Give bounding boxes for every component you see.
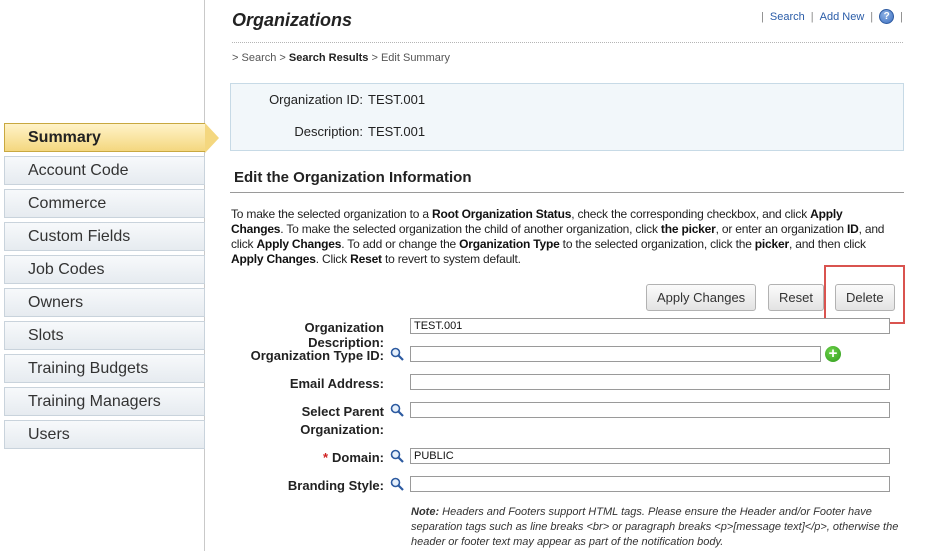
org-id-value: TEST.001 [368,92,426,107]
breadcrumb-search[interactable]: Search [242,52,277,64]
sidebar-item-job-codes[interactable]: Job Codes [4,255,205,284]
sidebar-item-commerce[interactable]: Commerce [4,189,205,218]
section-divider [230,192,904,193]
parent-org-input[interactable] [410,402,890,418]
breadcrumb-separator: > [279,52,286,64]
section-title: Edit the Organization Information [234,169,472,186]
link-separator: | [900,10,903,23]
header-divider [232,42,903,43]
org-id-row: Organization ID: TEST.001 [235,92,425,107]
breadcrumb-edit-summary: Edit Summary [380,52,451,64]
help-icon[interactable]: ? [879,9,895,24]
note-text: Note: Headers and Footers support HTML t… [411,505,906,550]
org-type-id-label: Organization Type ID: [250,348,384,363]
sidebar-item-owners[interactable]: Owners [4,288,205,317]
note-body: Headers and Footers support HTML tags. P… [411,506,899,548]
parent-org-label-line2: Organization: [300,422,384,437]
sidebar-item-summary[interactable]: Summary [4,123,219,153]
reset-button[interactable]: Reset [768,284,824,311]
search-link[interactable]: Search [770,11,805,23]
org-id-label: Organization ID: [269,92,363,107]
sidebar: Summary Account Code Commerce Custom Fie… [0,0,219,551]
branding-picker-icon[interactable] [390,477,404,491]
branding-style-label: Branding Style: [287,478,384,493]
link-separator: | [761,10,764,23]
breadcrumb-search-results[interactable]: Search Results [289,52,368,64]
parent-org-label-line1: Select Parent [301,404,384,419]
email-label: Email Address: [289,376,384,391]
sidebar-item-account-code[interactable]: Account Code [4,156,205,185]
breadcrumb: > Search > Search Results > Edit Summary [232,52,450,64]
organization-info-panel: Organization ID: TEST.001 Description: TES… [230,83,904,151]
sidebar-item-training-managers[interactable]: Training Managers [4,387,205,416]
delete-highlight-box [824,265,905,324]
instructions-text: To make the selected organization to a R… [231,207,885,266]
required-mark: * [322,450,328,465]
org-description-input[interactable] [410,318,890,334]
apply-changes-button[interactable]: Apply Changes [646,284,757,311]
org-description-label: Organization Description: [304,320,384,350]
description-value: TEST.001 [368,124,426,139]
link-separator: | [810,10,814,23]
sidebar-item-users[interactable]: Users [4,420,205,449]
link-separator: | [870,10,874,23]
domain-label: * Domain: [322,450,384,465]
description-label: Description: [294,124,363,139]
add-new-link[interactable]: Add New [820,11,865,23]
org-type-picker-icon[interactable] [390,347,404,361]
email-input[interactable] [410,374,890,390]
add-org-type-icon[interactable]: + [825,346,841,362]
domain-picker-icon[interactable] [390,449,404,463]
sidebar-item-training-budgets[interactable]: Training Budgets [4,354,205,383]
domain-input[interactable] [410,448,890,464]
org-type-id-input[interactable] [410,346,821,362]
header-links: | Search | Add New | ? | [761,9,903,24]
sidebar-item-slots[interactable]: Slots [4,321,205,350]
note-lead: Note: [411,506,440,518]
breadcrumb-separator: > [232,52,239,64]
description-row: Description: TEST.001 [235,124,425,139]
page-title: Organizations [232,10,353,30]
breadcrumb-separator: > [371,52,378,64]
sidebar-nav: Summary Account Code Commerce Custom Fie… [4,123,219,453]
parent-org-picker-icon[interactable] [390,403,404,417]
sidebar-item-custom-fields[interactable]: Custom Fields [4,222,205,251]
branding-style-input[interactable] [410,476,890,492]
